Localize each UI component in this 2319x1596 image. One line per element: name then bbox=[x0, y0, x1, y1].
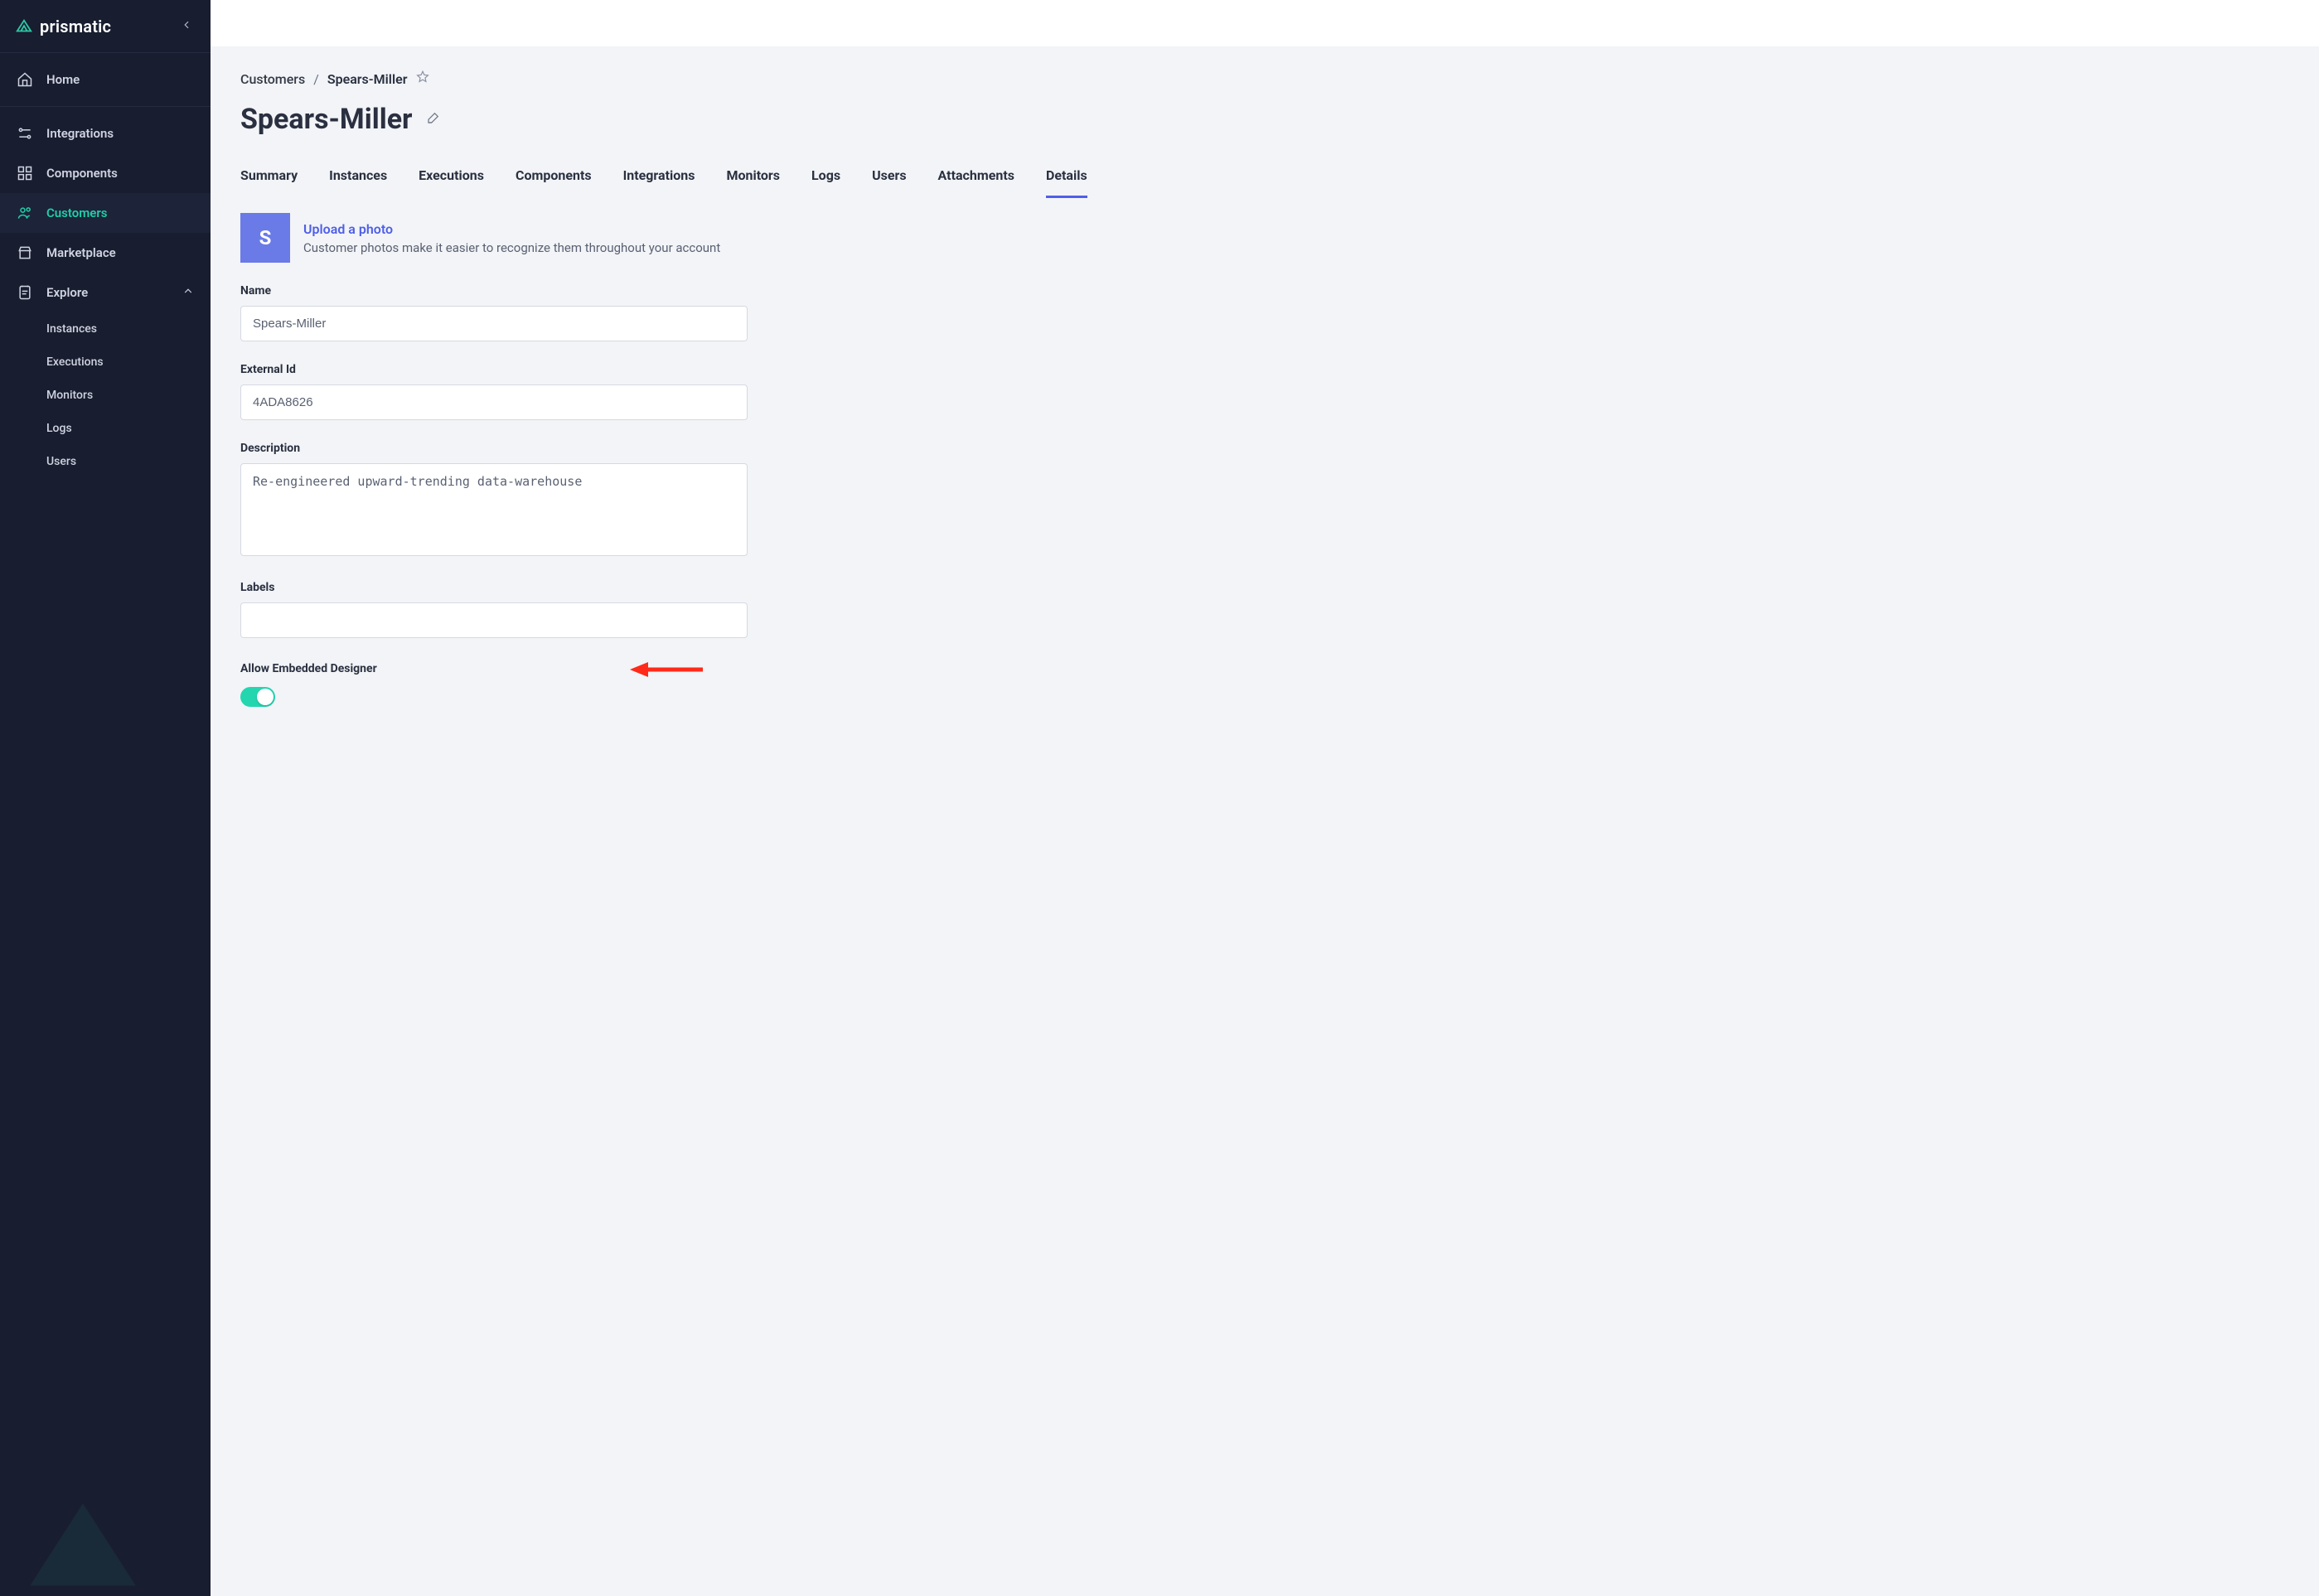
logo[interactable]: prismatic bbox=[15, 17, 111, 36]
tab-attachments[interactable]: Attachments bbox=[938, 161, 1014, 190]
breadcrumb-separator: / bbox=[313, 71, 319, 87]
labels-input[interactable] bbox=[240, 602, 748, 638]
main: Customers / Spears-Miller Spears-Miller … bbox=[211, 0, 2319, 1596]
integrations-icon bbox=[17, 125, 33, 142]
annotation-arrow-icon bbox=[630, 658, 704, 681]
sidebar-item-components[interactable]: Components bbox=[0, 153, 211, 193]
name-label: Name bbox=[240, 284, 2289, 297]
page-title: Spears-Miller bbox=[240, 103, 413, 136]
description-label: Description bbox=[240, 442, 2289, 455]
home-icon bbox=[17, 71, 33, 88]
labels-label: Labels bbox=[240, 581, 2289, 594]
sidebar-header: prismatic bbox=[0, 0, 211, 53]
tab-logs[interactable]: Logs bbox=[811, 161, 840, 190]
sidebar-item-label: Components bbox=[46, 166, 118, 181]
name-input[interactable] bbox=[240, 306, 748, 341]
sidebar-subitem-label: Users bbox=[46, 455, 76, 468]
sidebar-item-marketplace[interactable]: Marketplace bbox=[0, 233, 211, 273]
edit-title-button[interactable] bbox=[426, 110, 441, 128]
tab-summary[interactable]: Summary bbox=[240, 161, 298, 190]
sidebar-subitem-logs[interactable]: Logs bbox=[0, 412, 211, 445]
sidebar-subitem-executions[interactable]: Executions bbox=[0, 346, 211, 379]
customer-avatar: S bbox=[240, 213, 290, 263]
sidebar-subitem-instances[interactable]: Instances bbox=[0, 312, 211, 346]
sidebar-item-label: Integrations bbox=[46, 126, 114, 141]
tab-integrations[interactable]: Integrations bbox=[623, 161, 695, 190]
logo-mark-icon bbox=[15, 17, 33, 36]
sidebar-subitem-label: Instances bbox=[46, 322, 97, 336]
toggle-knob bbox=[257, 689, 274, 705]
sidebar-subitem-label: Logs bbox=[46, 422, 72, 435]
description-input[interactable] bbox=[240, 463, 748, 556]
tab-instances[interactable]: Instances bbox=[329, 161, 387, 190]
sidebar-subitem-label: Executions bbox=[46, 355, 104, 369]
tab-components[interactable]: Components bbox=[516, 161, 592, 190]
content: Customers / Spears-Miller Spears-Miller … bbox=[211, 46, 2319, 1596]
breadcrumb: Customers / Spears-Miller bbox=[240, 70, 2289, 88]
brand-name: prismatic bbox=[40, 17, 111, 36]
breadcrumb-root[interactable]: Customers bbox=[240, 71, 305, 87]
explore-icon bbox=[17, 284, 33, 301]
external-id-input[interactable] bbox=[240, 384, 748, 420]
sidebar-item-label: Marketplace bbox=[46, 245, 116, 260]
tab-monitors[interactable]: Monitors bbox=[726, 161, 780, 190]
breadcrumb-current: Spears-Miller bbox=[327, 71, 408, 87]
allow-embedded-toggle[interactable] bbox=[240, 687, 275, 707]
topbar bbox=[211, 0, 2319, 46]
sidebar-collapse-button[interactable] bbox=[177, 15, 196, 37]
sidebar-item-home[interactable]: Home bbox=[0, 60, 211, 99]
sidebar-item-label: Customers bbox=[46, 206, 107, 220]
tab-executions[interactable]: Executions bbox=[419, 161, 484, 190]
allow-embedded-label: Allow Embedded Designer bbox=[240, 662, 377, 675]
sidebar-subitem-label: Monitors bbox=[46, 389, 93, 402]
components-icon bbox=[17, 165, 33, 181]
sidebar-item-explore[interactable]: Explore bbox=[0, 273, 211, 312]
upload-photo-subtext: Customer photos make it easier to recogn… bbox=[303, 240, 720, 255]
sidebar-item-label: Home bbox=[46, 72, 80, 87]
tab-users[interactable]: Users bbox=[872, 161, 906, 190]
sidebar: prismatic Home Integrations bbox=[0, 0, 211, 1596]
upload-photo-link[interactable]: Upload a photo bbox=[303, 221, 720, 237]
sidebar-item-label: Explore bbox=[46, 285, 88, 300]
tabs: Summary Instances Executions Components … bbox=[240, 161, 2289, 190]
sidebar-item-customers[interactable]: Customers bbox=[0, 193, 211, 233]
marketplace-icon bbox=[17, 244, 33, 261]
sidebar-decoration bbox=[0, 1497, 211, 1596]
sidebar-subitem-users[interactable]: Users bbox=[0, 445, 211, 478]
sidebar-subitem-monitors[interactable]: Monitors bbox=[0, 379, 211, 412]
external-id-label: External Id bbox=[240, 363, 2289, 376]
tab-details[interactable]: Details bbox=[1046, 161, 1087, 190]
favorite-star-button[interactable] bbox=[415, 70, 430, 88]
sidebar-item-integrations[interactable]: Integrations bbox=[0, 114, 211, 153]
customers-icon bbox=[17, 205, 33, 221]
chevron-up-icon bbox=[182, 285, 194, 300]
